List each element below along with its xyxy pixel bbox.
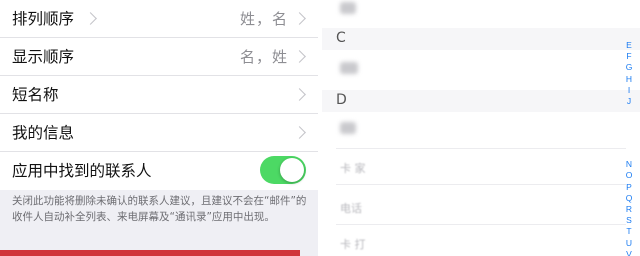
section-header-c: C [322,28,640,50]
contacts-list: C D 卡 家 电话 卡 打 E F G H I J N O P Q R S T… [322,0,640,256]
display-order-label: 显示顺序 [12,48,75,66]
row-separator [336,184,626,185]
index-letter[interactable]: O [622,170,636,181]
sort-order-label: 排列顺序 [12,10,75,28]
my-info-label: 我的信息 [12,124,75,142]
index-letter[interactable]: R [622,204,636,215]
display-order-value: 名，姓 [239,48,288,66]
row-separator [336,224,626,225]
chevron-right-icon [293,126,306,139]
index-letter[interactable]: S [622,215,636,226]
index-gap [622,107,636,159]
chevron-right-icon [293,88,306,101]
index-letter[interactable]: E [622,40,636,51]
toggle-knob [280,158,304,182]
index-letter[interactable]: F [622,51,636,62]
short-name-row[interactable]: 短名称 [0,76,318,114]
blurred-contact[interactable] [340,122,356,134]
blurred-contact[interactable] [340,2,356,14]
index-letter[interactable]: G [622,62,636,73]
index-letter[interactable]: T [622,226,636,237]
index-letter[interactable]: N [622,159,636,170]
blurred-contact[interactable] [340,62,358,74]
my-info-row[interactable]: 我的信息 [0,114,318,152]
index-letter[interactable]: Q [622,193,636,204]
found-in-apps-note: 关闭此功能将删除未确认的联系人建议，且建议不会在“邮件”的收件人自动补全列表、来… [12,195,307,223]
section-header-d: D [322,90,640,112]
blurred-contact[interactable]: 卡 打 [340,236,366,252]
index-letter[interactable]: J [622,96,636,107]
settings-panel: 排列顺序 姓，名 显示顺序 名，姓 短名称 我的信息 应用中找到的联系人 关闭此… [0,0,318,256]
highlight-bar [0,250,300,256]
row-separator [336,148,626,149]
section-letter: C [336,30,346,46]
found-in-apps-label: 应用中找到的联系人 [12,162,152,180]
blurred-contact[interactable]: 卡 家 [340,160,366,176]
found-in-apps-row: 应用中找到的联系人 [0,152,318,190]
index-letter[interactable]: H [622,74,636,85]
index-letter[interactable]: V [622,249,636,256]
settings-list: 排列顺序 姓，名 显示顺序 名，姓 短名称 我的信息 应用中找到的联系人 [0,0,318,190]
section-letter: D [336,92,347,108]
sort-order-value: 姓，名 [239,10,288,28]
chevron-right-icon [84,12,97,25]
chevron-right-icon [293,50,306,63]
alphabet-index[interactable]: E F G H I J N O P Q R S T U V [622,40,636,256]
blurred-contact[interactable]: 电话 [340,200,362,216]
index-letter[interactable]: P [622,182,636,193]
chevron-right-icon [293,12,306,25]
index-letter[interactable]: U [622,238,636,249]
index-letter[interactable]: I [622,85,636,96]
found-in-apps-toggle[interactable] [260,156,306,184]
sort-order-row[interactable]: 排列顺序 姓，名 [0,0,318,38]
short-name-label: 短名称 [12,86,59,104]
display-order-row[interactable]: 显示顺序 名，姓 [0,38,318,76]
